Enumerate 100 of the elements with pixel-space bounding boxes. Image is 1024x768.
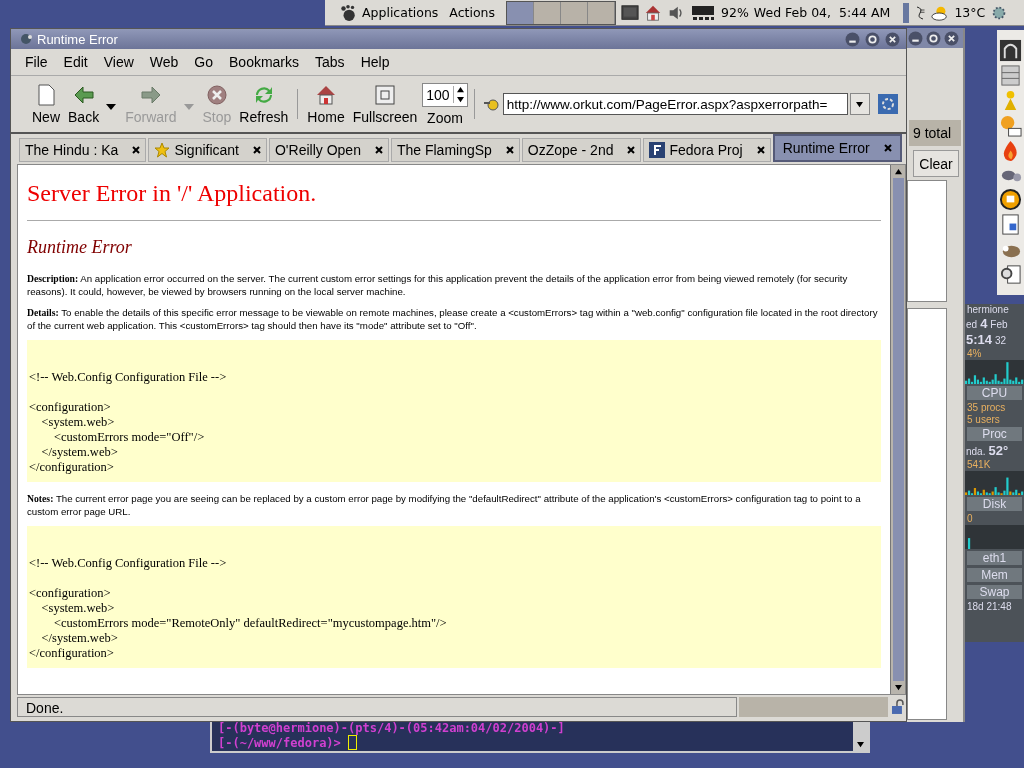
cabinet-icon[interactable] [999, 63, 1022, 87]
toolbar-button[interactable]: Home [304, 83, 348, 125]
date-text: Feb [990, 319, 1008, 330]
code-line: </system.web> [40, 445, 119, 460]
code-line: </system.web> [40, 631, 119, 646]
time-text: 5:14 [966, 332, 993, 347]
maximize-button[interactable] [865, 31, 880, 47]
browser-tab[interactable]: Runtime Error [772, 134, 902, 162]
menu-item[interactable]: Bookmarks [221, 54, 308, 70]
toolbar-button[interactable]: Fullscreen [349, 83, 421, 125]
minimize-button[interactable] [845, 31, 860, 47]
cpu-graph [965, 360, 1024, 384]
sensor-reading: 52° [988, 443, 1009, 458]
code-line: <!-- Web.Config Configuration File --> [29, 370, 228, 385]
user-count: 5 users [966, 414, 1001, 425]
panel-menu[interactable]: Actions [449, 5, 496, 20]
menu-item[interactable]: Help [352, 54, 398, 70]
code-line: <system.web> [40, 415, 116, 430]
up-arrow-icon[interactable] [893, 168, 903, 175]
browser-tab[interactable]: Fedora Proj [643, 138, 771, 162]
scrollbar[interactable] [890, 165, 905, 694]
document-icon[interactable] [999, 213, 1022, 237]
item-count: 9 total [909, 120, 961, 146]
browser-tab[interactable]: O'Reilly Open [269, 138, 389, 162]
foot-icon[interactable] [339, 3, 357, 22]
close-icon[interactable] [627, 146, 636, 154]
dropdown-button[interactable] [849, 93, 870, 115]
workspace[interactable] [534, 1, 562, 24]
temperature: 13°C [954, 5, 986, 20]
error-paragraph: Notes: The current error page you are seeing can be replaced by a custom error page by modifying the "defaultRedirect" attribute of the application's <customErrors> configuration tag to point to a custom error page URL. [27, 492, 862, 518]
toolbar-button[interactable]: New [29, 83, 63, 125]
code-line: <configuration> [29, 400, 112, 415]
close-button[interactable] [885, 31, 900, 47]
code-line: <customErrors mode="Off"/> [53, 430, 206, 445]
panel-menu[interactable]: Applications [362, 5, 439, 20]
down-arrow-icon[interactable] [455, 96, 465, 103]
disk-graph [965, 525, 1024, 549]
toolbar-button[interactable]: Refresh [236, 83, 292, 125]
workspace[interactable] [588, 1, 616, 24]
disc-icon[interactable] [999, 188, 1022, 212]
browser-tab[interactable]: The Hindu : Ka [19, 138, 147, 162]
browser-tab[interactable]: Significant [148, 138, 267, 162]
sensor-name: nda. [966, 446, 986, 457]
error-paragraph: Details: To enable the details of this specific error message to be viewable on remote machines, please create a <customErrors> tag within a "web.config" configuration file located in the root directory of the current web application. This <customErrors> tag should then have its "mode" attribute set to "Off". [27, 306, 879, 332]
terminal-icon[interactable] [621, 3, 640, 22]
workspace-pager[interactable] [506, 0, 617, 25]
clock[interactable]: Wed Feb 04, 5:44 AM [753, 5, 891, 20]
workspace[interactable] [561, 1, 589, 24]
wifi-icon [690, 3, 717, 22]
cpu-load: 4% [966, 348, 983, 359]
close-icon[interactable] [883, 144, 892, 152]
browser-tab[interactable]: OzZope - 2nd [521, 138, 642, 162]
battery-level: 92% [721, 5, 749, 20]
browser-tab[interactable]: The FlamingSp [390, 138, 520, 162]
code-line: <customErrors mode="RemoteOnly" defaultRedirect="mycustompage.htm"/> [53, 616, 448, 631]
toolbar-button[interactable]: Back [65, 83, 103, 125]
date-text: ed [966, 319, 978, 330]
menu-item[interactable]: Edit [55, 54, 96, 70]
error-heading: Server Error in '/' Application. [27, 180, 318, 207]
arch-icon[interactable] [999, 38, 1022, 62]
url-field[interactable]: http://www.orkut.com/PageError.aspx?aspxerrorpath= [502, 93, 848, 115]
process-count: 35 procs [966, 402, 1007, 413]
host-name: hermione [966, 304, 1010, 315]
menu-item[interactable]: View [95, 54, 142, 70]
menu-item[interactable]: File [17, 54, 56, 70]
menu-item[interactable]: Web [141, 54, 187, 70]
close-icon[interactable] [505, 146, 514, 154]
gear-icon[interactable] [877, 94, 898, 114]
workspace[interactable] [507, 1, 535, 24]
down-arrow-icon[interactable] [856, 741, 865, 748]
error-subheading: Runtime Error [27, 237, 133, 258]
close-icon[interactable] [756, 146, 765, 154]
down-arrow-icon[interactable] [893, 684, 903, 691]
menu-item[interactable]: Tabs [307, 54, 353, 70]
zoom-label: Zoom [427, 109, 463, 126]
clear-button[interactable]: Clear [913, 150, 959, 177]
proc-graph [965, 471, 1024, 495]
code-line: </configuration> [29, 646, 115, 661]
close-icon[interactable] [132, 146, 141, 154]
terminal-prompt: [-(~/www/fedora)> [218, 735, 342, 750]
magnifier-document-icon[interactable] [999, 262, 1022, 286]
zoom-spinner[interactable]: 100 [422, 82, 468, 107]
uptime: 18d 21:48 [966, 601, 1013, 612]
code-line: </configuration> [29, 460, 115, 475]
minimize-button[interactable] [908, 30, 923, 46]
maximize-button[interactable] [926, 30, 941, 46]
close-button[interactable] [944, 30, 959, 46]
code-line: <system.web> [40, 601, 116, 616]
home-icon[interactable] [644, 3, 663, 22]
code-line: <configuration> [29, 586, 112, 601]
close-icon[interactable] [253, 146, 261, 154]
close-icon[interactable] [374, 146, 383, 154]
terminal-line: [-(byte@hermione)-(pts/4)-(05:42am:04/02/2004)-] [218, 721, 566, 735]
status-text: Done. [17, 697, 737, 717]
up-arrow-icon[interactable] [455, 86, 465, 93]
caret-icon[interactable] [106, 104, 117, 110]
fullscreen-icon [373, 83, 397, 107]
menu-item[interactable]: Go [186, 54, 221, 70]
down-arrow-icon[interactable] [855, 100, 865, 108]
arrow-icon [482, 96, 499, 112]
